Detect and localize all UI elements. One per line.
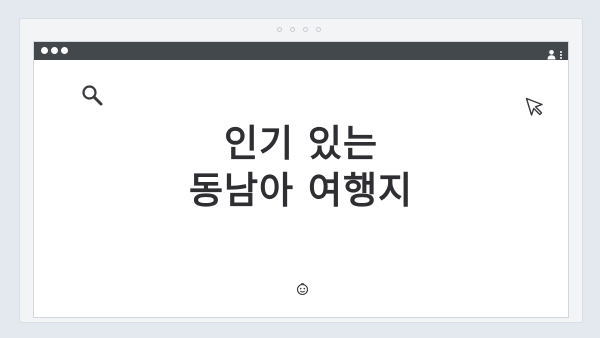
smiley-face-icon (296, 281, 309, 300)
browser-titlebar (34, 42, 568, 60)
titlebar-actions (547, 45, 562, 64)
cursor-arrow-icon (525, 97, 545, 121)
kebab-menu-icon[interactable] (560, 50, 562, 59)
user-icon[interactable] (547, 45, 556, 64)
headline-line-2: 동남아 여행지 (188, 169, 414, 212)
frame-dot (277, 27, 282, 32)
maximize-window-button[interactable] (61, 47, 68, 54)
minimize-window-button[interactable] (51, 47, 58, 54)
close-window-button[interactable] (41, 47, 48, 54)
page-headline: 인기 있는 동남아 여행지 (34, 120, 568, 214)
frame-dot (303, 27, 308, 32)
frame-dots (277, 27, 321, 32)
frame-dot (290, 27, 295, 32)
frame-dot (316, 27, 321, 32)
headline-line-1: 인기 있는 (223, 122, 379, 165)
window-controls (41, 47, 68, 54)
search-icon (81, 84, 103, 110)
browser-window: 인기 있는 동남아 여행지 (33, 41, 569, 318)
